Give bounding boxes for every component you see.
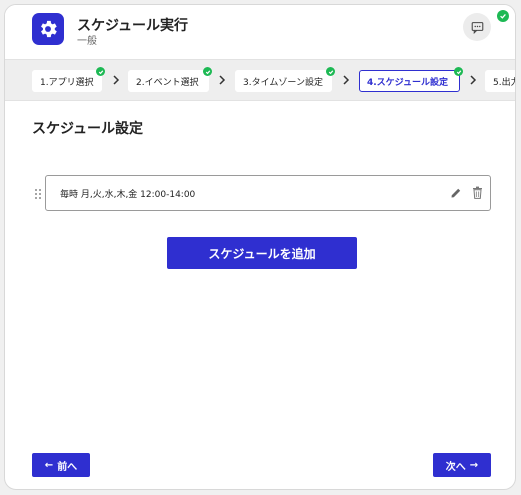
section-title: スケジュール設定 [32,121,144,137]
arrow-right-icon: → [469,459,479,471]
step-navigation: 1.アプリ選択 2.イベント選択 3.タイムゾーン設定 4.スケジュール設定 5… [5,59,515,101]
arrow-left-icon: ← [44,459,54,471]
pencil-icon[interactable] [450,187,462,199]
trash-icon[interactable] [472,186,483,199]
step-complete-icon [203,67,212,76]
prev-button-label: 前へ [57,461,78,473]
step-schedule-settings[interactable]: 4.スケジュール設定 [359,67,463,92]
step-label: 3.タイムゾーン設定 [243,77,323,88]
step-label: 5.出力 [493,77,515,88]
step-label: 4.スケジュール設定 [367,77,449,88]
schedule-text: 毎時 月,火,水,木,金 12:00-14:00 [60,190,196,200]
step-complete-icon [326,67,335,76]
chat-button[interactable] [463,13,491,41]
schedule-item[interactable]: 毎時 月,火,水,木,金 12:00-14:00 [45,175,491,211]
chevron-right-icon [219,75,226,85]
chevron-right-icon [343,75,350,85]
status-check-icon [497,10,509,22]
chat-icon [471,21,483,34]
step-complete-icon [454,67,463,76]
header: スケジュール実行 一般 [5,5,515,59]
step-app-select[interactable]: 1.アプリ選択 [32,67,105,92]
prev-button[interactable]: ← 前へ [32,453,90,477]
gear-icon [32,13,64,45]
step-output[interactable]: 5.出力 [485,70,515,92]
chevron-right-icon [113,75,120,85]
step-label: 1.アプリ選択 [40,77,94,88]
step-timezone-settings[interactable]: 3.タイムゾーン設定 [235,67,335,92]
drag-handle-icon[interactable] [34,188,42,200]
step-label: 2.イベント選択 [136,77,199,88]
next-button[interactable]: 次へ → [433,453,491,477]
add-schedule-button[interactable]: スケジュールを追加 [167,237,357,269]
app-subtitle: 一般 [77,36,97,47]
chevron-right-icon [470,75,477,85]
next-button-label: 次へ [445,461,466,473]
step-complete-icon [96,67,105,76]
schedule-wizard-panel: スケジュール実行 一般 1.アプリ選択 2.イベント選択 3.タイムゾーン設定 … [4,4,516,490]
step-event-select[interactable]: 2.イベント選択 [128,67,212,92]
